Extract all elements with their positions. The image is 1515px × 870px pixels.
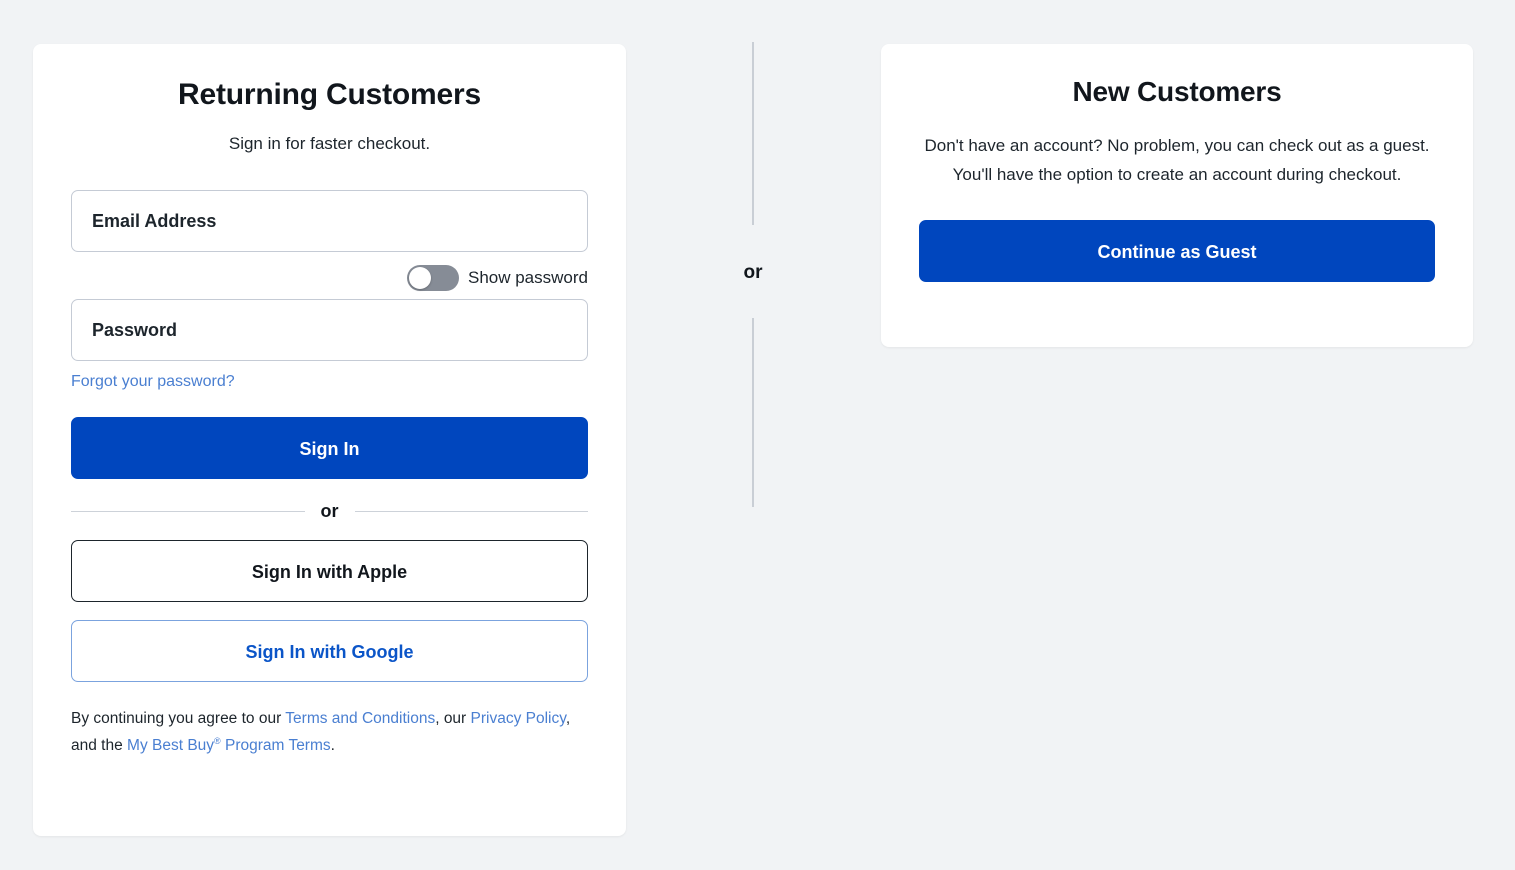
new-customers-title: New Customers [1072,76,1282,107]
continue-as-guest-button[interactable]: Continue as Guest [919,220,1435,282]
sign-in-button[interactable]: Sign In [71,417,588,479]
new-customers-description: Don't have an account? No problem, you c… [924,136,1430,184]
program-link-text: My Best Buy [127,737,215,755]
returning-customers-card: Returning Customers Sign in for faster c… [33,44,626,836]
show-password-label: Show password [467,268,588,287]
registered-trademark-icon: ® [214,736,221,746]
password-field-label: Password [92,319,178,340]
new-customers-card: New Customers Don't have an account? No … [881,44,1473,347]
forgot-password-link[interactable]: Forgot your password? [71,373,235,391]
page-title: Returning Customers [178,78,481,111]
show-password-toggle[interactable] [406,265,459,291]
center-or-label: or [743,262,763,284]
legal-disclaimer: By continuing you agree to our Terms and… [71,708,588,757]
legal-text-2: , our [435,710,471,727]
divider-rule-left [71,511,305,512]
my-best-buy-program-terms-link[interactable]: My Best Buy® Program Terms [127,736,331,755]
email-field[interactable]: Email Address [71,190,588,252]
email-field-label: Email Address [92,210,217,231]
legal-text-4: . [330,737,335,755]
divider-rule-right [354,511,588,512]
show-password-row[interactable]: Show password [71,265,588,291]
program-link-text-end: Program Terms [220,737,331,755]
password-field[interactable]: Password [71,299,588,361]
privacy-policy-link[interactable]: Privacy Policy [471,710,566,727]
divider-line-top [752,42,754,226]
legal-text-1: By continuing you agree to our [71,710,286,727]
signin-subtitle: Sign in for faster checkout. [228,134,431,153]
terms-and-conditions-link[interactable]: Terms and Conditions [285,710,435,727]
signin-or-divider: or [71,501,588,522]
divider-line-bottom [752,318,754,507]
sign-in-with-google-button[interactable]: Sign In with Google [71,620,588,682]
sign-in-with-apple-button[interactable]: Sign In with Apple [71,540,588,602]
center-or-divider: or [718,42,788,507]
toggle-knob-icon [408,267,431,289]
divider-or-label: or [320,501,339,521]
